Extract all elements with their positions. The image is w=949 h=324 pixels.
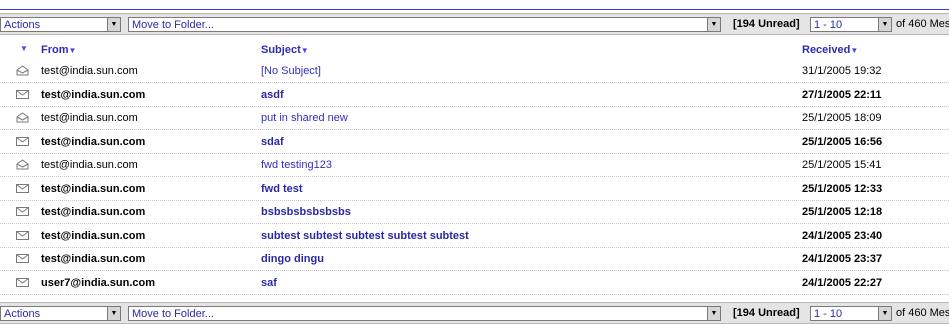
message-from: test@india.sun.com — [41, 112, 138, 124]
page-range-value: 1 - 10 — [814, 307, 843, 320]
received-column-header[interactable]: Received▼ — [802, 44, 858, 56]
envelope-open-icon — [16, 112, 29, 126]
message-subject[interactable]: put in shared new — [261, 112, 348, 124]
top-accent-line — [0, 9, 949, 10]
from-column-header[interactable]: From▼ — [41, 44, 76, 56]
actions-select[interactable]: Actions ▼ — [0, 17, 121, 32]
message-received: 24/1/2005 23:40 — [802, 229, 883, 242]
message-subject[interactable]: saf — [261, 277, 277, 289]
actions-select[interactable]: Actions ▼ — [0, 306, 121, 321]
actions-select-value: Actions — [4, 18, 41, 31]
message-received: 24/1/2005 22:27 — [802, 276, 883, 289]
subject-column-header[interactable]: Subject▼ — [261, 44, 309, 56]
message-from: test@india.sun.com — [41, 65, 138, 77]
message-subject[interactable]: asdf — [261, 89, 284, 101]
message-total: of 460 Mess — [896, 18, 949, 30]
message-received: 25/1/2005 12:33 — [802, 182, 883, 195]
message-subject[interactable]: [No Subject] — [261, 65, 321, 77]
message-from: test@india.sun.com — [41, 206, 146, 218]
message-row[interactable]: test@india.sun.com subtest subtest subtes… — [0, 225, 949, 248]
message-received: 25/1/2005 16:56 — [802, 135, 883, 148]
message-row[interactable]: test@india.sun.com dingo dingu 24/1/2005 2… — [0, 248, 949, 271]
message-from: test@india.sun.com — [41, 159, 138, 171]
message-received: 24/1/2005 23:37 — [802, 253, 883, 265]
envelope-closed-icon — [16, 277, 29, 290]
message-from: test@india.sun.com — [41, 229, 146, 242]
envelope-open-icon — [16, 65, 29, 79]
chevron-down-icon[interactable]: ▼ — [107, 18, 121, 31]
message-from: test@india.sun.com — [41, 88, 146, 101]
message-from: test@india.sun.com — [41, 253, 146, 265]
page-range-value: 1 - 10 — [814, 18, 843, 31]
message-subject[interactable]: fwd testing123 — [261, 159, 332, 171]
triangle-down-icon: ▼ — [68, 46, 77, 55]
page-range-select[interactable]: 1 - 10 ▼ — [810, 306, 892, 321]
message-subject[interactable]: sdaf — [261, 136, 284, 148]
triangle-down-icon: ▼ — [300, 46, 309, 55]
message-subject[interactable]: fwd test — [261, 183, 303, 195]
move-to-folder-select[interactable]: Move to Folder... ▼ — [128, 17, 721, 32]
chevron-down-icon[interactable]: ▼ — [707, 18, 721, 31]
message-from: test@india.sun.com — [41, 182, 146, 195]
triangle-down-icon[interactable]: ▼ — [20, 44, 28, 53]
chevron-down-icon[interactable]: ▼ — [107, 307, 121, 320]
unread-count: [194 Unread] — [733, 18, 800, 30]
envelope-closed-icon — [16, 230, 29, 243]
chevron-down-icon[interactable]: ▼ — [707, 307, 721, 320]
message-received: 25/1/2005 18:09 — [802, 112, 882, 124]
chevron-down-icon[interactable]: ▼ — [878, 307, 892, 320]
message-received: 27/1/2005 22:11 — [802, 88, 882, 101]
move-to-folder-value: Move to Folder... — [132, 307, 214, 320]
message-total: of 460 Mess — [896, 307, 949, 319]
page-range-select[interactable]: 1 - 10 ▼ — [810, 17, 892, 32]
envelope-closed-icon — [16, 89, 29, 102]
envelope-open-icon — [16, 159, 29, 173]
message-row[interactable]: test@india.sun.com [No Subject] 31/1/2005 … — [0, 60, 949, 83]
chevron-down-icon[interactable]: ▼ — [878, 18, 892, 31]
move-to-folder-select[interactable]: Move to Folder... ▼ — [128, 306, 721, 321]
message-received: 25/1/2005 15:41 — [802, 159, 882, 171]
bottom-toolbar: Actions ▼ Move to Folder... ▼ [194 Unrea… — [0, 302, 949, 324]
message-row[interactable]: user7@india.sun.com saf 24/1/2005 22:27 — [0, 272, 949, 295]
move-to-folder-value: Move to Folder... — [132, 18, 214, 31]
envelope-closed-icon — [16, 253, 29, 266]
message-received: 25/1/2005 12:18 — [802, 206, 883, 218]
message-subject[interactable]: bsbsbsbsbsbsbs — [261, 206, 351, 218]
message-row[interactable]: test@india.sun.com fwd test 25/1/2005 12:3… — [0, 178, 949, 201]
message-subject[interactable]: subtest subtest subtest subtest subtest — [261, 230, 469, 242]
envelope-closed-icon — [16, 136, 29, 149]
triangle-down-icon: ▼ — [850, 46, 859, 55]
envelope-closed-icon — [16, 183, 29, 196]
unread-count: [194 Unread] — [733, 307, 800, 319]
envelope-closed-icon — [16, 206, 29, 219]
top-toolbar: Actions ▼ Move to Folder... ▼ [194 Unrea… — [0, 13, 949, 35]
message-row[interactable]: test@india.sun.com put in shared new 25/1/… — [0, 107, 949, 130]
actions-select-value: Actions — [4, 307, 41, 320]
column-header: ▼ From▼ Subject▼ Received▼ — [0, 41, 949, 59]
message-row[interactable]: test@india.sun.com sdaf 25/1/2005 16:56 — [0, 131, 949, 154]
message-subject[interactable]: dingo dingu — [261, 253, 324, 265]
message-from: test@india.sun.com — [41, 135, 146, 148]
message-row[interactable]: test@india.sun.com fwd testing123 25/1/200… — [0, 154, 949, 177]
message-received: 31/1/2005 19:32 — [802, 65, 882, 77]
message-row[interactable]: test@india.sun.com asdf 27/1/2005 22:11 — [0, 84, 949, 107]
message-from: user7@india.sun.com — [41, 276, 156, 289]
message-row[interactable]: test@india.sun.com bsbsbsbsbsbsbs 25/1/200… — [0, 201, 949, 224]
